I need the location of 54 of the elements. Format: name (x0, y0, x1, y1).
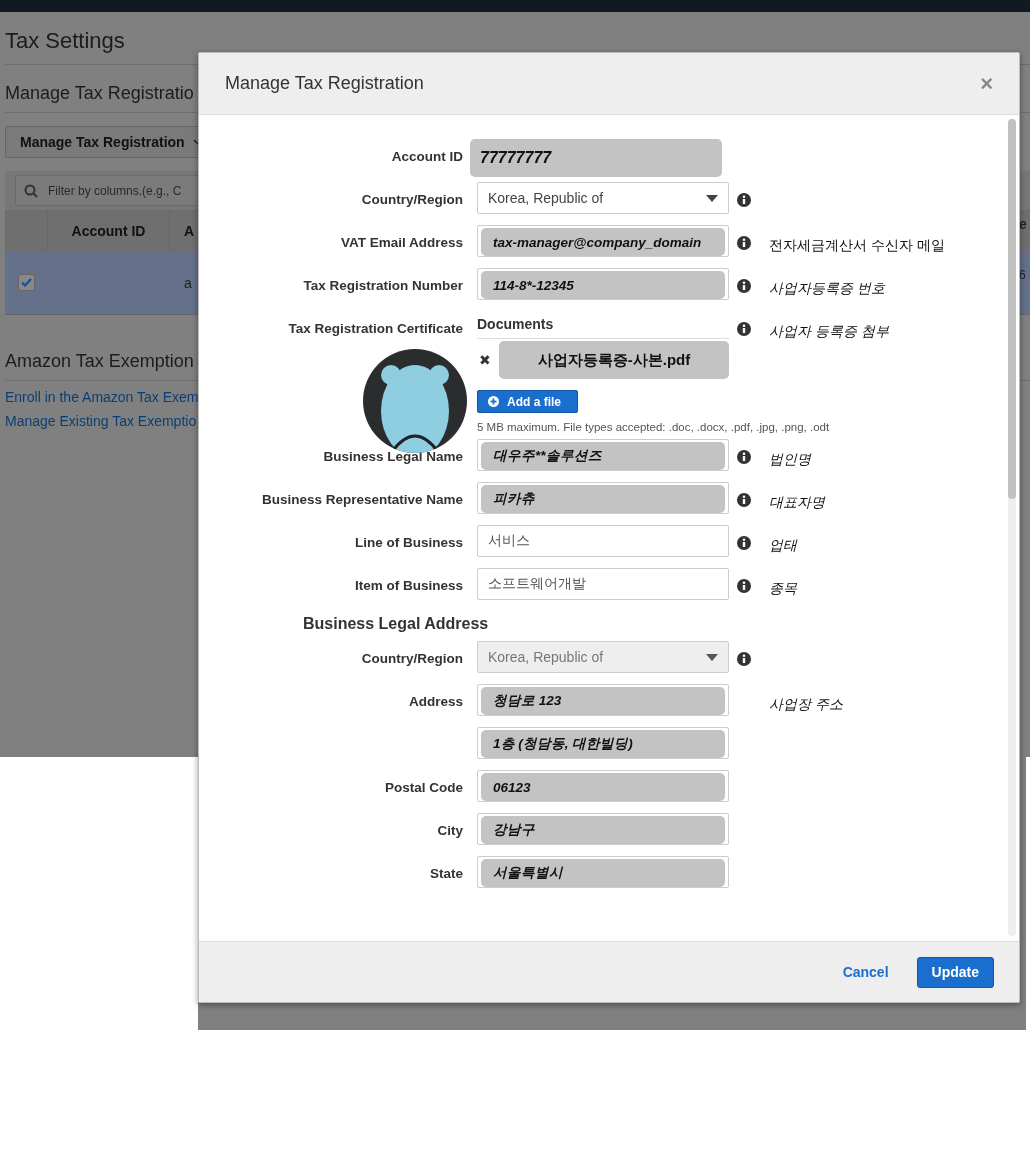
annotation: 사업자 등록증 첨부 (769, 323, 889, 339)
column-header: e (1019, 216, 1027, 232)
documents-label: Documents (477, 311, 729, 339)
field-label: Business Representative Name (261, 492, 463, 507)
annotation: 사업장 주소 (769, 696, 843, 712)
field-label: Postal Code (385, 780, 463, 795)
update-button[interactable]: Update (916, 956, 994, 988)
field-label: Country/Region (361, 192, 463, 207)
hint-text: 5 MB maximum. File types accepted: .doc, .docx, .pdf, .jpg, .png, .odt (477, 421, 830, 433)
info-icon[interactable] (737, 579, 751, 593)
add-file-button[interactable]: Add a file (477, 390, 578, 413)
info-icon[interactable] (737, 493, 751, 507)
search-icon (24, 183, 38, 198)
info-icon[interactable] (737, 450, 751, 464)
dialog-title: Manage Tax Registration (225, 73, 424, 94)
scrollbar-thumb[interactable] (1008, 119, 1016, 499)
column-header: A (184, 223, 195, 239)
annotation: 법인명 (769, 451, 811, 467)
page-title: Tax Settings (5, 28, 125, 53)
annotation: 대표자명 (769, 494, 825, 510)
annotation: 업태 (769, 537, 797, 553)
field-label: Country/Region (361, 651, 463, 666)
info-icon[interactable] (737, 236, 751, 250)
file-name: 사업자등록증-사본.pdf (499, 341, 729, 379)
table-cell: a (184, 274, 192, 291)
table-cell: 6 (1019, 268, 1026, 282)
input-field[interactable]: 소프트웨어개발 (477, 568, 729, 600)
field-label: Tax Registration Certificate (288, 321, 463, 336)
annotation: 종목 (769, 580, 797, 596)
field-label: Line of Business (354, 535, 463, 550)
check-icon (21, 278, 32, 287)
info-icon[interactable] (737, 279, 751, 293)
plus-icon (488, 396, 499, 407)
field-label: Account ID (391, 149, 463, 164)
row-checkbox[interactable] (18, 274, 35, 291)
remove-button[interactable]: ✖ (477, 352, 495, 368)
redacted-value: 77777777 (470, 139, 722, 177)
input-field[interactable]: 서비스 (477, 525, 729, 557)
field-label: Item of Business (354, 578, 463, 593)
section-heading: Business Legal Address (302, 614, 490, 634)
column-header: Account ID (71, 223, 146, 239)
annotation: 전자세금계산서 수신자 메일 (769, 237, 945, 253)
field-label: Tax Registration Number (303, 278, 463, 293)
cancel-link[interactable]: Cancel (836, 963, 895, 981)
field-label: VAT Email Address (340, 235, 463, 250)
field-label: Address (408, 694, 463, 709)
info-icon[interactable] (737, 322, 751, 336)
country-select[interactable]: Korea, Republic of (477, 182, 729, 214)
field-label: City (437, 823, 463, 838)
info-icon[interactable] (737, 536, 751, 550)
info-icon[interactable] (737, 193, 751, 207)
field-label: State (430, 866, 463, 881)
annotation: 사업자등록증 번호 (769, 280, 885, 296)
field-label: Business Legal Name (323, 449, 463, 464)
